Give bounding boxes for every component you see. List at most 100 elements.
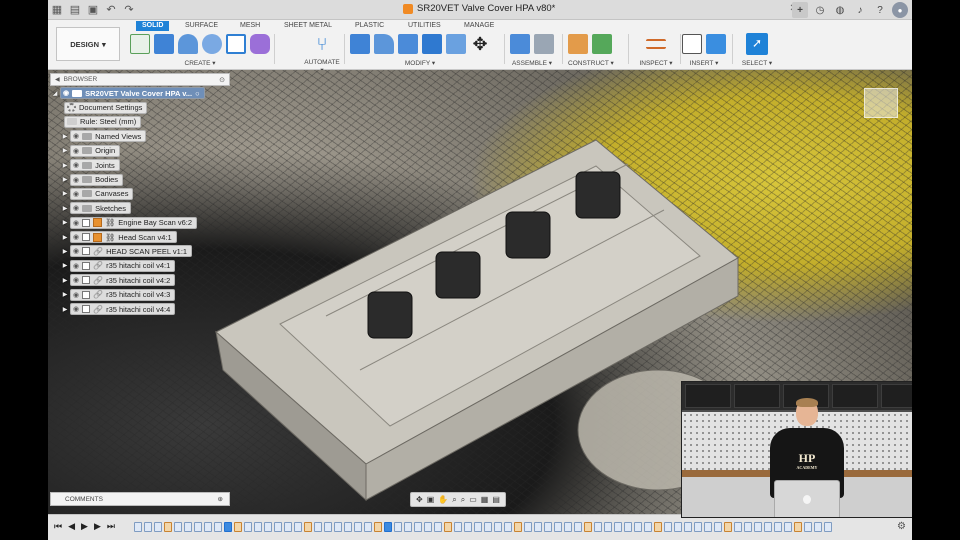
browser-item[interactable]: ▶ ◉ 🔗 r35 hitachi coil v4:3 (50, 287, 230, 301)
timeline-feature-icon[interactable] (194, 522, 202, 532)
new-component-icon[interactable] (510, 34, 530, 54)
browser-item-chip[interactable]: ◉ Origin (70, 144, 121, 157)
timeline-feature-icon[interactable] (624, 522, 632, 532)
timeline-feature-icon[interactable] (714, 522, 722, 532)
step-back-icon[interactable]: ◀ (68, 521, 75, 532)
checkbox-icon[interactable] (82, 305, 91, 314)
timeline-feature-icon[interactable] (204, 522, 212, 532)
timeline-feature-icon[interactable] (324, 522, 332, 532)
eye-icon[interactable]: ◉ (73, 233, 79, 241)
timeline-feature-icon[interactable] (504, 522, 512, 532)
midplane-icon[interactable] (592, 34, 612, 54)
timeline-feature-icon[interactable] (654, 522, 662, 532)
browser-item[interactable]: ▶ ◉ Canvases (50, 187, 230, 201)
look-at-icon[interactable]: ▣ (426, 495, 436, 504)
timeline-feature-icon[interactable] (434, 522, 442, 532)
timeline-feature-icon[interactable] (284, 522, 292, 532)
chamfer-icon[interactable] (398, 34, 418, 54)
timeline-feature-icon[interactable] (764, 522, 772, 532)
expand-arrow-icon[interactable]: ▶ (60, 248, 70, 255)
timeline-feature-icon[interactable] (574, 522, 582, 532)
form-icon[interactable] (250, 34, 270, 54)
timeline-feature-icon[interactable] (604, 522, 612, 532)
redo-icon[interactable]: ↷ (120, 0, 138, 20)
browser-item[interactable]: ▶ ◉ ⛓ Head Scan v4:1 (50, 230, 230, 244)
viewcube[interactable] (864, 88, 898, 118)
browser-item[interactable]: ▶ ◉ 🔗 HEAD SCAN PEEL v1:1 (50, 244, 230, 258)
tab-solid[interactable]: SOLID (136, 21, 170, 31)
tab-surface[interactable]: SURFACE (185, 21, 218, 31)
extrude-icon[interactable] (154, 34, 174, 54)
timeline-feature-icon[interactable] (784, 522, 792, 532)
timeline-feature-icon[interactable] (744, 522, 752, 532)
timeline-feature-icon[interactable] (234, 522, 242, 532)
automate-icon[interactable]: ⑂ (312, 34, 332, 54)
offset-plane-icon[interactable] (568, 34, 588, 54)
display-settings-icon[interactable]: ▭ (468, 495, 478, 504)
timeline-feature-icon[interactable] (354, 522, 362, 532)
move-icon[interactable]: ✥ (470, 34, 490, 54)
timeline-feature-icon[interactable] (374, 522, 382, 532)
timeline-feature-icon[interactable] (364, 522, 372, 532)
viewports-icon[interactable]: ▤ (491, 495, 501, 504)
collapse-icon[interactable]: ◀ (55, 76, 60, 83)
browser-item[interactable]: ▶ ◉ 🔗 r35 hitachi coil v4:4 (50, 302, 230, 316)
tab-sheet-metal[interactable]: SHEET METAL (284, 21, 332, 31)
insert-menu[interactable]: INSERT ▾ (682, 59, 726, 67)
browser-item[interactable]: ▶ ◉ Named Views (50, 129, 230, 143)
press-pull-icon[interactable] (350, 34, 370, 54)
timeline-feature-icon[interactable] (244, 522, 252, 532)
timeline-feature-icon[interactable] (464, 522, 472, 532)
grid-settings-icon[interactable]: ▦ (480, 495, 490, 504)
browser-item-chip[interactable]: ◉ ⛓ Engine Bay Scan v6:2 (70, 216, 198, 229)
checkbox-icon[interactable] (82, 233, 91, 242)
pin-icon[interactable]: ⊙ (219, 76, 225, 84)
timeline-feature-icon[interactable] (794, 522, 802, 532)
zoom-icon[interactable]: ⌕ (451, 495, 457, 505)
fit-icon[interactable]: ⌕ (460, 495, 466, 505)
timeline-feature-icon[interactable] (394, 522, 402, 532)
tab-utilities[interactable]: UTILITIES (408, 21, 441, 31)
timeline-feature-icon[interactable] (294, 522, 302, 532)
timeline-feature-icon[interactable] (474, 522, 482, 532)
go-to-start-icon[interactable]: ⏮ (54, 521, 62, 532)
expand-arrow-icon[interactable]: ▶ (60, 291, 70, 298)
browser-item[interactable]: ▶ ◉ Joints (50, 158, 230, 172)
browser-item-chip[interactable]: Rule: Steel (mm) (64, 115, 142, 128)
timeline-feature-icon[interactable] (454, 522, 462, 532)
expand-arrow-icon[interactable]: ▶ (60, 162, 70, 169)
timeline-feature-icon[interactable] (684, 522, 692, 532)
browser-item-chip[interactable]: ◉ Sketches (70, 202, 131, 215)
timeline-feature-icon[interactable] (174, 522, 182, 532)
browser-item-chip[interactable]: ◉ 🔗 r35 hitachi coil v4:3 (70, 288, 176, 301)
eye-icon[interactable]: ◉ (73, 176, 79, 184)
browser-item[interactable]: Document Settings (50, 100, 230, 114)
timeline-feature-icon[interactable] (644, 522, 652, 532)
select-arrow-icon[interactable]: ➚ (746, 33, 768, 55)
measure-icon[interactable] (646, 39, 666, 49)
tab-manage[interactable]: MANAGE (464, 21, 494, 31)
expand-arrow-icon[interactable]: ▶ (60, 205, 70, 212)
browser-item[interactable]: ▶ ◉ 🔗 r35 hitachi coil v4:1 (50, 259, 230, 273)
create-menu[interactable]: CREATE ▾ (130, 59, 270, 67)
eye-icon[interactable]: ◉ (73, 305, 79, 313)
timeline-feature-icon[interactable] (524, 522, 532, 532)
expand-arrow-icon[interactable]: ▶ (60, 176, 70, 183)
timeline-feature-icon[interactable] (334, 522, 342, 532)
clock-icon[interactable]: ◷ (812, 2, 828, 18)
orbit-icon[interactable]: ✥ (415, 495, 424, 504)
step-forward-icon[interactable]: ▶ (94, 521, 101, 532)
timeline-feature-icon[interactable] (674, 522, 682, 532)
timeline-feature-icon[interactable] (544, 522, 552, 532)
browser-item[interactable]: ▶ ◉ ⛓ Engine Bay Scan v6:2 (50, 216, 230, 230)
timeline-feature-icon[interactable] (314, 522, 322, 532)
eye-icon[interactable]: ◉ (73, 161, 79, 169)
browser-item-chip[interactable]: ◉ 🔗 HEAD SCAN PEEL v1:1 (70, 245, 193, 258)
assemble-menu[interactable]: ASSEMBLE ▾ (510, 59, 554, 67)
checkbox-icon[interactable] (82, 276, 91, 285)
checkbox-icon[interactable] (82, 218, 91, 227)
timeline-feature-icon[interactable] (444, 522, 452, 532)
timeline-feature-icon[interactable] (734, 522, 742, 532)
browser-item-chip[interactable]: ◉ 🔗 r35 hitachi coil v4:2 (70, 274, 176, 287)
browser-root[interactable]: ◢ ◉ SR20VET Valve Cover HPA v... ○ (50, 86, 230, 100)
